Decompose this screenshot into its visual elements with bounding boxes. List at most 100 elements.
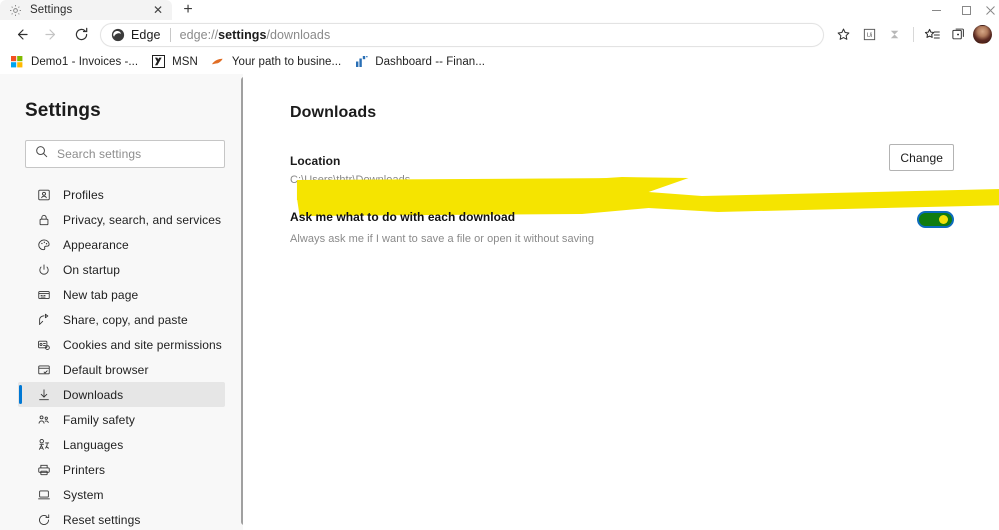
power-icon <box>36 262 52 278</box>
maximize-button[interactable] <box>951 0 981 20</box>
lock-icon <box>36 212 52 228</box>
address-bar[interactable]: Edge edge://settings/downloads <box>100 22 824 47</box>
bookmark-demo1-invoices[interactable]: Demo1 - Invoices -... <box>5 51 146 72</box>
url-path: /downloads <box>266 27 331 42</box>
favorites-list-icon[interactable] <box>919 23 945 47</box>
reset-icon <box>36 512 52 528</box>
languages-icon <box>36 437 52 453</box>
profile-icon <box>36 187 52 203</box>
bookmark-your-path-to-business[interactable]: Your path to busine... <box>206 51 349 72</box>
sidebar-item-cookies-site-permissions[interactable]: Cookies and site permissions <box>18 332 225 357</box>
window-controls <box>921 0 999 20</box>
forward-button <box>36 22 66 48</box>
chart-icon <box>354 55 368 69</box>
sidebar-item-label: Printers <box>63 462 106 477</box>
collections-icon[interactable] <box>945 23 971 47</box>
sidebar-scrollbar-thumb[interactable] <box>241 77 243 525</box>
ask-each-download-label: Ask me what to do with each download <box>290 210 516 224</box>
sidebar-item-reset-settings[interactable]: Reset settings <box>18 507 225 530</box>
sidebar-scrollbar[interactable] <box>240 74 243 530</box>
sidebar-item-on-startup[interactable]: On startup <box>18 257 225 282</box>
svg-text:Ui: Ui <box>866 32 872 39</box>
search-icon <box>35 145 48 163</box>
close-icon[interactable]: ✕ <box>150 2 166 18</box>
sidebar-item-system[interactable]: System <box>18 482 225 507</box>
url-host: settings <box>218 27 267 42</box>
content-heading: Downloads <box>290 104 377 121</box>
search-settings-input[interactable]: Search settings <box>25 140 225 168</box>
sidebar-item-label: Appearance <box>63 237 129 252</box>
sidebar-item-default-browser[interactable]: Default browser <box>18 357 225 382</box>
cookies-icon <box>36 337 52 353</box>
location-path: C:\Users\thtr\Downloads <box>290 174 411 186</box>
sidebar-item-share-copy-paste[interactable]: Share, copy, and paste <box>18 307 225 332</box>
search-placeholder: Search settings <box>57 147 142 161</box>
settings-sidebar: Settings Search settings Profiles Privac… <box>0 74 243 530</box>
sidebar-item-profiles[interactable]: Profiles <box>18 182 225 207</box>
change-button[interactable]: Change <box>889 144 954 171</box>
send-arrow-icon[interactable] <box>882 23 908 47</box>
sidebar-item-downloads[interactable]: Downloads <box>18 382 225 407</box>
sidebar-item-printers[interactable]: Printers <box>18 457 225 482</box>
palette-icon <box>36 237 52 253</box>
sidebar-item-privacy-search-services[interactable]: Privacy, search, and services <box>18 207 225 232</box>
address-bar-url: edge://settings/downloads <box>180 28 331 42</box>
sidebar-item-label: Cookies and site permissions <box>63 337 222 352</box>
windows-tiles-icon <box>10 55 24 69</box>
sidebar-item-label: Share, copy, and paste <box>63 312 188 327</box>
sidebar-item-new-tab-page[interactable]: New tab page <box>18 282 225 307</box>
printer-icon <box>36 462 52 478</box>
sidebar-item-label: Privacy, search, and services <box>63 212 222 227</box>
sidebar-item-languages[interactable]: Languages <box>18 432 225 457</box>
bookmarks-bar: Demo1 - Invoices -... MSN Your path to b… <box>0 49 999 74</box>
gear-icon <box>9 4 22 17</box>
page-title: Settings <box>25 100 101 121</box>
toggle-knob <box>939 215 948 224</box>
omnibox-divider <box>169 27 171 42</box>
close-button[interactable] <box>981 0 999 20</box>
toolbar-divider <box>913 27 914 42</box>
sidebar-item-label: Downloads <box>63 387 124 402</box>
sidebar-item-label: Family safety <box>63 412 135 427</box>
ask-each-download-toggle[interactable] <box>917 211 954 228</box>
family-icon <box>36 412 52 428</box>
favorite-star-icon[interactable] <box>830 23 856 47</box>
back-button[interactable] <box>6 22 36 48</box>
bookmark-msn[interactable]: MSN <box>146 51 206 72</box>
laptop-icon <box>36 487 52 503</box>
bookmark-label: Your path to busine... <box>231 55 342 68</box>
highlighter-annotation <box>296 177 999 216</box>
ui-extension-icon[interactable]: Ui <box>856 23 882 47</box>
bookmark-label: Demo1 - Invoices -... <box>31 55 139 68</box>
ask-each-download-row: Ask me what to do with each download Alw… <box>290 208 999 245</box>
tab-strip: Settings ✕ + <box>0 0 999 20</box>
sidebar-item-label: Profiles <box>63 187 104 202</box>
new-tab-button[interactable]: + <box>174 0 202 20</box>
minimize-button[interactable] <box>921 0 951 20</box>
sidebar-item-label: System <box>63 487 104 502</box>
url-prefix: edge:// <box>179 27 219 42</box>
sidebar-item-appearance[interactable]: Appearance <box>18 232 225 257</box>
settings-page: Settings Search settings Profiles Privac… <box>0 74 999 530</box>
settings-nav-list: Profiles Privacy, search, and services A… <box>0 182 243 530</box>
tab-title: Settings <box>30 4 73 16</box>
bookmark-dashboard-finance[interactable]: Dashboard -- Finan... <box>349 51 493 72</box>
ask-each-download-description: Always ask me if I want to save a file o… <box>290 233 595 245</box>
newtab-icon <box>36 287 52 303</box>
sidebar-item-label: New tab page <box>63 287 139 302</box>
refresh-button[interactable] <box>66 22 96 48</box>
sidebar-item-family-safety[interactable]: Family safety <box>18 407 225 432</box>
settings-content: Downloads Location C:\Users\thtr\Downloa… <box>249 74 999 530</box>
edge-brand-label: Edge <box>131 27 161 42</box>
avatar[interactable] <box>973 25 992 44</box>
sidebar-item-label: On startup <box>63 262 121 277</box>
sidebar-item-label: Default browser <box>63 362 149 377</box>
location-label: Location <box>290 154 341 168</box>
browser-check-icon <box>36 362 52 378</box>
download-arrow-icon <box>36 387 52 403</box>
bookmark-label: Dashboard -- Finan... <box>375 55 485 68</box>
browser-tab-settings[interactable]: Settings ✕ <box>0 0 172 20</box>
msn-icon <box>151 55 165 69</box>
sidebar-item-label: Languages <box>63 437 124 452</box>
bookmark-label: MSN <box>172 55 198 68</box>
